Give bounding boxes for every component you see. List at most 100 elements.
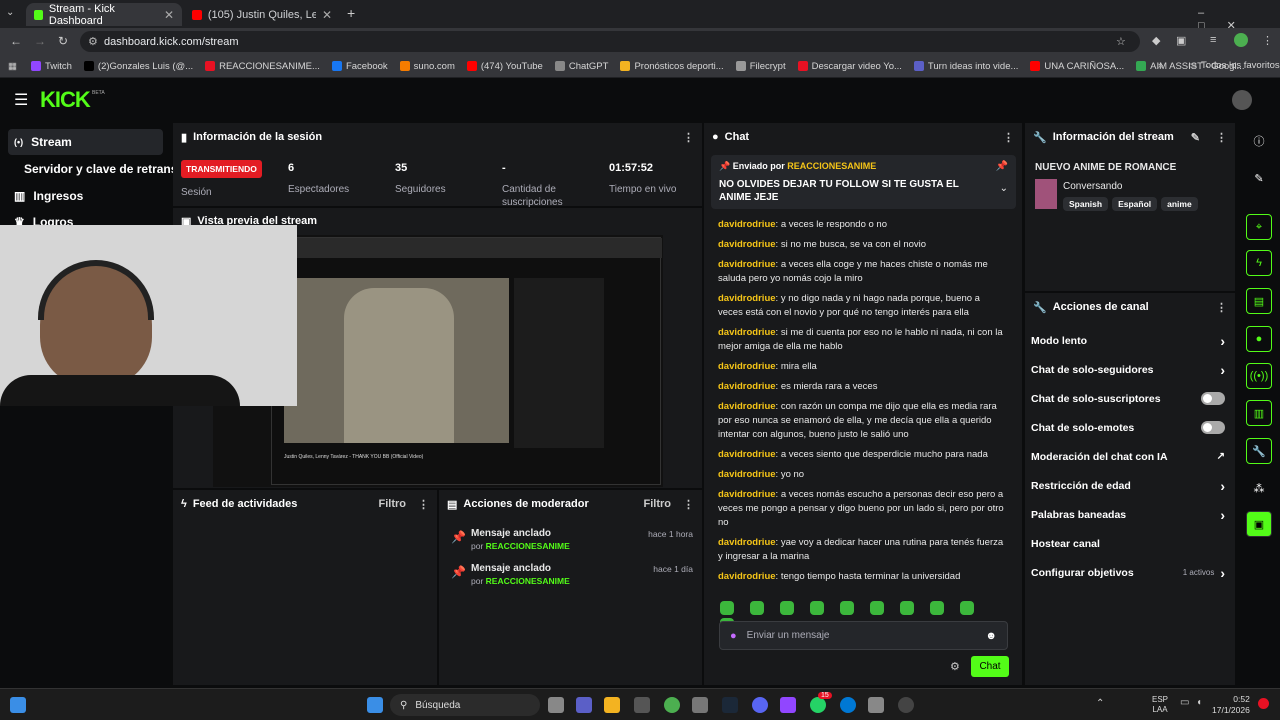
emoji-icon[interactable]: ☻ bbox=[985, 630, 997, 642]
channel-action-item[interactable]: Hostear canal bbox=[1025, 529, 1231, 558]
menu-icon[interactable]: ⋮ bbox=[1262, 34, 1273, 47]
chat-username[interactable]: davidrodriue bbox=[718, 469, 776, 480]
bookmark-star-icon[interactable]: ☆ bbox=[1116, 35, 1126, 48]
extensions-puzzle-icon[interactable]: ▣ bbox=[1176, 34, 1186, 47]
network-icon[interactable]: ▭ bbox=[1180, 697, 1189, 708]
channel-action-item[interactable]: Chat de solo-seguidores › bbox=[1025, 355, 1231, 384]
channel-action-item[interactable]: Restricción de edad › bbox=[1025, 471, 1231, 500]
clip-icon[interactable]: ⌖ bbox=[1246, 214, 1272, 240]
database-icon[interactable]: ▥ bbox=[1246, 400, 1272, 426]
profile-avatar[interactable] bbox=[1234, 33, 1248, 47]
windows-start-icon[interactable] bbox=[367, 697, 383, 713]
emote-icon[interactable] bbox=[840, 601, 854, 615]
emote-icon[interactable] bbox=[810, 601, 824, 615]
close-tab-icon[interactable]: ✕ bbox=[322, 8, 332, 22]
bookmark-item[interactable]: (2)Gonzales Luis (@... bbox=[83, 61, 193, 72]
bookmark-item[interactable]: REACCIONESANIME... bbox=[205, 61, 320, 72]
chat-username[interactable]: davidrodriue bbox=[718, 327, 776, 338]
apps-grid-icon[interactable]: ▦ bbox=[8, 61, 17, 72]
channel-action-item[interactable]: Configurar objetivos 1 activos › bbox=[1025, 558, 1231, 587]
mod-user-link[interactable]: REACCIONESANIME bbox=[486, 541, 570, 551]
chat-bubble-icon[interactable]: ● bbox=[1246, 326, 1272, 352]
edge-icon[interactable] bbox=[840, 697, 856, 713]
forward-icon[interactable]: → bbox=[34, 34, 46, 48]
notification-icon[interactable] bbox=[1258, 698, 1269, 709]
edit-icon[interactable]: ✎ bbox=[1246, 165, 1272, 191]
media-icon[interactable]: ≡ bbox=[1210, 34, 1216, 46]
tray-chevron-icon[interactable]: ⌃ bbox=[1096, 698, 1104, 709]
emote-icon[interactable] bbox=[870, 601, 884, 615]
app-icon[interactable] bbox=[692, 697, 708, 713]
send-chat-button[interactable]: Chat bbox=[971, 656, 1009, 677]
chat-username[interactable]: davidrodriue bbox=[718, 361, 776, 372]
pinned-message[interactable]: 📌 Enviado por REACCIONESANIME NO OLVIDES… bbox=[711, 155, 1016, 209]
emote-icon[interactable] bbox=[720, 601, 734, 615]
chat-username[interactable]: davidrodriue bbox=[718, 381, 776, 392]
url-field[interactable]: ⚙ dashboard.kick.com/stream ☆ bbox=[80, 31, 1140, 52]
chat-username[interactable]: davidrodriue bbox=[718, 489, 776, 500]
back-icon[interactable]: ← bbox=[10, 34, 22, 48]
edit-icon[interactable]: ✎ bbox=[1191, 131, 1200, 144]
info-icon[interactable]: ⓘ bbox=[1246, 128, 1272, 154]
chrome-icon[interactable] bbox=[664, 697, 680, 713]
more-options-icon[interactable]: ⋮ bbox=[418, 498, 429, 511]
file-explorer-icon[interactable] bbox=[604, 697, 620, 713]
more-options-icon[interactable]: ⋮ bbox=[683, 498, 694, 511]
chat-settings-icon[interactable]: ⚙ bbox=[950, 660, 960, 673]
chat-username[interactable]: davidrodriue bbox=[718, 571, 776, 582]
reload-icon[interactable]: ↻ bbox=[58, 34, 68, 48]
chat-username[interactable]: davidrodriue bbox=[718, 537, 776, 548]
new-tab-icon[interactable]: + bbox=[347, 5, 355, 21]
media-icon[interactable]: ▣ bbox=[1246, 511, 1272, 537]
chat-input[interactable]: ● Enviar un mensaje ☻ bbox=[719, 621, 1008, 650]
pinned-user[interactable]: REACCIONESANIME bbox=[787, 161, 876, 171]
whatsapp-icon[interactable] bbox=[810, 697, 826, 713]
kick-logo[interactable]: KICK bbox=[40, 87, 91, 113]
channel-action-item[interactable]: Palabras baneadas › bbox=[1025, 500, 1231, 529]
sidebar-item-income[interactable]: ▥ Ingresos bbox=[8, 183, 163, 209]
clock[interactable]: 0:52 17/1/2026 bbox=[1212, 694, 1250, 716]
bookmark-item[interactable]: Descargar video Yo... bbox=[797, 61, 902, 72]
user-avatar[interactable] bbox=[1232, 90, 1252, 110]
chevron-down-icon[interactable]: ⌄ bbox=[1000, 183, 1008, 194]
app-icon[interactable] bbox=[868, 697, 884, 713]
chat-username[interactable]: davidrodriue bbox=[718, 219, 776, 230]
document-icon[interactable]: ▤ bbox=[1246, 288, 1272, 314]
extension-icon[interactable]: ◆ bbox=[1152, 34, 1160, 47]
bookmark-item[interactable]: ChatGPT bbox=[554, 61, 608, 72]
meet-icon[interactable] bbox=[576, 697, 592, 713]
chat-username[interactable]: davidrodriue bbox=[718, 239, 776, 250]
mod-user-link[interactable]: REACCIONESANIME bbox=[486, 576, 570, 586]
toggle-switch[interactable] bbox=[1201, 421, 1225, 434]
bookmark-item[interactable]: (474) YouTube bbox=[466, 61, 543, 72]
mic-icon[interactable]: ● bbox=[730, 630, 737, 642]
wrench-icon[interactable]: 🔧 bbox=[1246, 438, 1272, 464]
bookmark-item[interactable]: Turn ideas into vide... bbox=[913, 61, 1018, 72]
language-indicator[interactable]: ESP LAA bbox=[1152, 695, 1168, 715]
emote-icon[interactable] bbox=[930, 601, 944, 615]
steam-icon[interactable] bbox=[722, 697, 738, 713]
chat-username[interactable]: davidrodriue bbox=[718, 293, 776, 304]
more-options-icon[interactable]: ⋮ bbox=[1216, 131, 1227, 144]
more-bookmarks-icon[interactable]: » bbox=[1158, 60, 1163, 71]
tab-youtube[interactable]: (105) Justin Quiles, Lenny Ta ✕ bbox=[184, 3, 340, 26]
unpin-icon[interactable]: 📌 bbox=[996, 161, 1008, 172]
emote-icon[interactable] bbox=[780, 601, 794, 615]
twitch-app-icon[interactable] bbox=[780, 697, 796, 713]
obs-icon[interactable] bbox=[898, 697, 914, 713]
bookmark-item[interactable]: UNA CARIÑOSA... bbox=[1030, 61, 1124, 72]
emote-icon[interactable] bbox=[960, 601, 974, 615]
tab-kick-dashboard[interactable]: Stream - Kick Dashboard ✕ bbox=[26, 3, 182, 27]
emote-icon[interactable] bbox=[750, 601, 764, 615]
channel-action-item[interactable]: Chat de solo-suscriptores bbox=[1025, 384, 1231, 413]
close-tab-icon[interactable]: ✕ bbox=[164, 8, 174, 22]
emote-icon[interactable] bbox=[900, 601, 914, 615]
lightning-icon[interactable]: ϟ bbox=[1246, 250, 1272, 276]
volume-icon[interactable]: ◖ bbox=[1196, 697, 1202, 708]
more-options-icon[interactable]: ⋮ bbox=[1216, 301, 1227, 314]
chat-username[interactable]: davidrodriue bbox=[718, 449, 776, 460]
filter-button[interactable]: Filtro bbox=[379, 498, 407, 510]
sidebar-item-server-key[interactable]: Servidor y clave de retransm bbox=[8, 156, 188, 182]
sidebar-item-stream[interactable]: (•) Stream bbox=[8, 129, 163, 155]
chat-username[interactable]: davidrodriue bbox=[718, 259, 776, 270]
